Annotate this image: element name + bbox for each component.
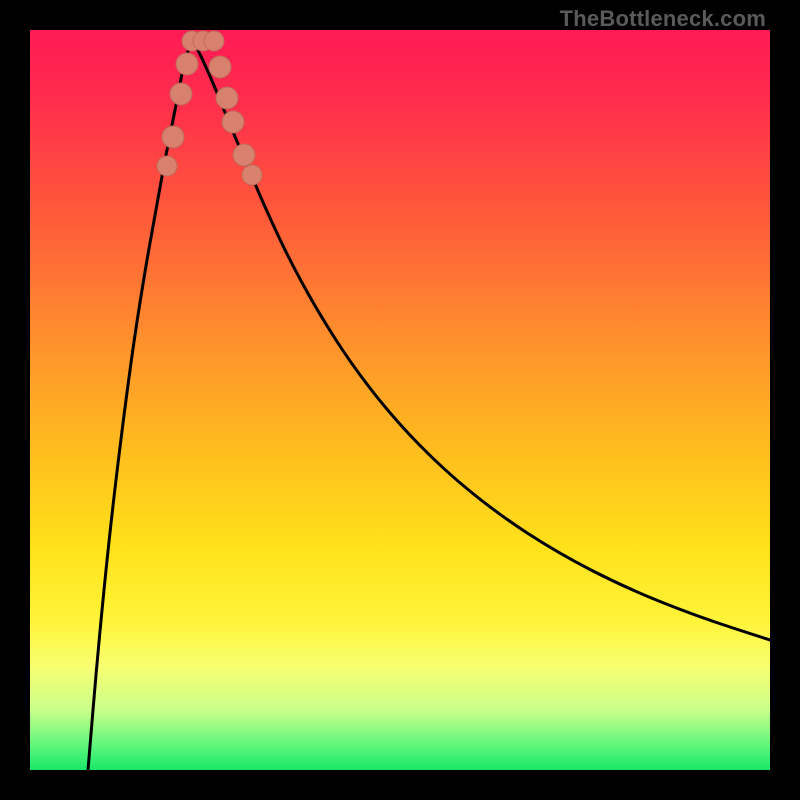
data-marker xyxy=(216,87,238,109)
data-marker xyxy=(233,144,255,166)
marker-group xyxy=(157,31,262,185)
data-marker xyxy=(209,56,231,78)
data-marker xyxy=(170,83,192,105)
data-marker xyxy=(176,53,198,75)
data-marker xyxy=(242,165,262,185)
curve-layer xyxy=(30,30,770,770)
curve-left-branch xyxy=(88,40,192,770)
data-marker xyxy=(222,111,244,133)
attribution-label: TheBottleneck.com xyxy=(560,6,766,32)
data-marker xyxy=(157,156,177,176)
data-marker xyxy=(162,126,184,148)
data-marker xyxy=(204,31,224,51)
chart-frame: TheBottleneck.com xyxy=(0,0,800,800)
plot-area xyxy=(30,30,770,770)
curve-right-branch xyxy=(192,40,770,640)
